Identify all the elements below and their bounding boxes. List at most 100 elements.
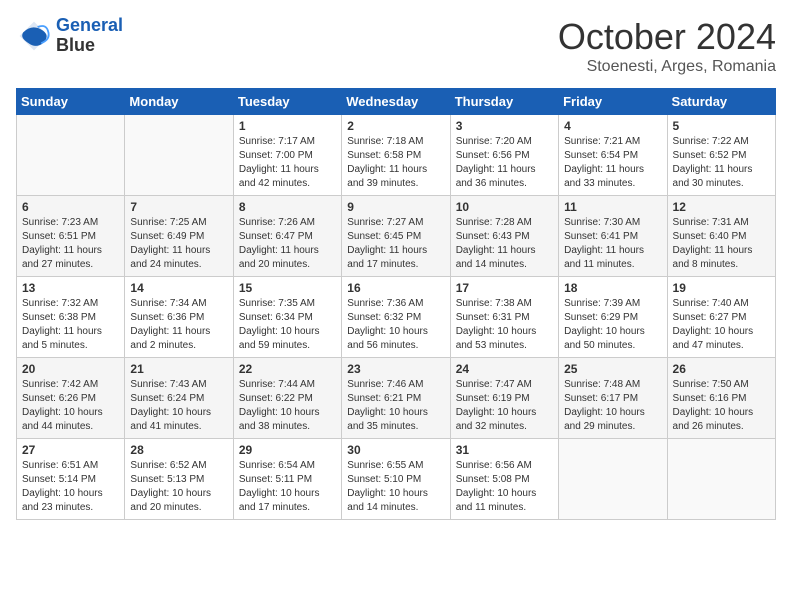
logo-line2: Blue bbox=[56, 36, 123, 56]
calendar-table: SundayMondayTuesdayWednesdayThursdayFrid… bbox=[16, 88, 776, 520]
calendar-cell: 30 Sunrise: 6:55 AM Sunset: 5:10 PM Dayli… bbox=[342, 439, 450, 520]
calendar-cell: 20 Sunrise: 7:42 AM Sunset: 6:26 PM Dayli… bbox=[17, 358, 125, 439]
day-number: 31 bbox=[456, 443, 553, 457]
day-info: Sunrise: 7:43 AM Sunset: 6:24 PM Dayligh… bbox=[130, 378, 227, 434]
calendar-cell: 21 Sunrise: 7:43 AM Sunset: 6:24 PM Dayli… bbox=[125, 358, 233, 439]
day-info: Sunrise: 7:44 AM Sunset: 6:22 PM Dayligh… bbox=[239, 378, 336, 434]
calendar-cell: 10Sunrise: 7:28 AM Sunset: 6:43 PM Dayli… bbox=[450, 196, 558, 277]
day-info: Sunrise: 7:35 AM Sunset: 6:34 PM Dayligh… bbox=[239, 297, 336, 353]
day-number: 19 bbox=[673, 281, 770, 295]
calendar-cell bbox=[667, 439, 775, 520]
calendar-cell: 4 Sunrise: 7:21 AM Sunset: 6:54 PM Daylig… bbox=[559, 115, 667, 196]
weekday-header-friday: Friday bbox=[559, 89, 667, 115]
calendar-cell: 6 Sunrise: 7:23 AM Sunset: 6:51 PM Daylig… bbox=[17, 196, 125, 277]
day-info: Sunrise: 7:50 AM Sunset: 6:16 PM Dayligh… bbox=[673, 378, 770, 434]
day-number: 24 bbox=[456, 362, 553, 376]
day-number: 2 bbox=[347, 119, 444, 133]
day-info: Sunrise: 7:21 AM Sunset: 6:54 PM Dayligh… bbox=[564, 135, 661, 191]
day-number: 3 bbox=[456, 119, 553, 133]
day-info: Sunrise: 7:18 AM Sunset: 6:58 PM Dayligh… bbox=[347, 135, 444, 191]
day-number: 15 bbox=[239, 281, 336, 295]
day-number: 26 bbox=[673, 362, 770, 376]
day-info: Sunrise: 7:25 AM Sunset: 6:49 PM Dayligh… bbox=[130, 216, 227, 272]
day-info: Sunrise: 7:46 AM Sunset: 6:21 PM Dayligh… bbox=[347, 378, 444, 434]
day-info: Sunrise: 6:52 AM Sunset: 5:13 PM Dayligh… bbox=[130, 459, 227, 515]
day-info: Sunrise: 7:32 AM Sunset: 6:38 PM Dayligh… bbox=[22, 297, 119, 353]
calendar-cell: 1 Sunrise: 7:17 AM Sunset: 7:00 PM Daylig… bbox=[233, 115, 341, 196]
calendar-cell: 7 Sunrise: 7:25 AM Sunset: 6:49 PM Daylig… bbox=[125, 196, 233, 277]
calendar-cell: 5 Sunrise: 7:22 AM Sunset: 6:52 PM Daylig… bbox=[667, 115, 775, 196]
day-number: 13 bbox=[22, 281, 119, 295]
day-number: 6 bbox=[22, 200, 119, 214]
weekday-header-row: SundayMondayTuesdayWednesdayThursdayFrid… bbox=[17, 89, 776, 115]
day-info: Sunrise: 7:17 AM Sunset: 7:00 PM Dayligh… bbox=[239, 135, 336, 191]
calendar-cell: 11 Sunrise: 7:30 AM Sunset: 6:41 PM Dayli… bbox=[559, 196, 667, 277]
calendar-cell: 13 Sunrise: 7:32 AM Sunset: 6:38 PM Dayli… bbox=[17, 277, 125, 358]
calendar-cell: 18Sunrise: 7:39 AM Sunset: 6:29 PM Dayli… bbox=[559, 277, 667, 358]
day-info: Sunrise: 7:38 AM Sunset: 6:31 PM Dayligh… bbox=[456, 297, 553, 353]
day-number: 21 bbox=[130, 362, 227, 376]
day-info: Sunrise: 7:30 AM Sunset: 6:41 PM Dayligh… bbox=[564, 216, 661, 272]
calendar-cell: 23 Sunrise: 7:46 AM Sunset: 6:21 PM Dayli… bbox=[342, 358, 450, 439]
calendar-cell: 9 Sunrise: 7:27 AM Sunset: 6:45 PM Daylig… bbox=[342, 196, 450, 277]
day-number: 27 bbox=[22, 443, 119, 457]
day-number: 9 bbox=[347, 200, 444, 214]
day-info: Sunrise: 7:27 AM Sunset: 6:45 PM Dayligh… bbox=[347, 216, 444, 272]
calendar-cell: 8Sunrise: 7:26 AM Sunset: 6:47 PM Daylig… bbox=[233, 196, 341, 277]
day-number: 18 bbox=[564, 281, 661, 295]
weekday-header-wednesday: Wednesday bbox=[342, 89, 450, 115]
day-info: Sunrise: 7:31 AM Sunset: 6:40 PM Dayligh… bbox=[673, 216, 770, 272]
calendar-cell: 22 Sunrise: 7:44 AM Sunset: 6:22 PM Dayli… bbox=[233, 358, 341, 439]
day-number: 7 bbox=[130, 200, 227, 214]
calendar-cell: 27Sunrise: 6:51 AM Sunset: 5:14 PM Dayli… bbox=[17, 439, 125, 520]
day-info: Sunrise: 7:34 AM Sunset: 6:36 PM Dayligh… bbox=[130, 297, 227, 353]
day-info: Sunrise: 7:48 AM Sunset: 6:17 PM Dayligh… bbox=[564, 378, 661, 434]
weekday-header-thursday: Thursday bbox=[450, 89, 558, 115]
day-info: Sunrise: 7:22 AM Sunset: 6:52 PM Dayligh… bbox=[673, 135, 770, 191]
calendar-cell bbox=[559, 439, 667, 520]
day-number: 4 bbox=[564, 119, 661, 133]
calendar-week-row: 27Sunrise: 6:51 AM Sunset: 5:14 PM Dayli… bbox=[17, 439, 776, 520]
day-info: Sunrise: 7:40 AM Sunset: 6:27 PM Dayligh… bbox=[673, 297, 770, 353]
day-number: 22 bbox=[239, 362, 336, 376]
weekday-header-saturday: Saturday bbox=[667, 89, 775, 115]
day-info: Sunrise: 7:42 AM Sunset: 6:26 PM Dayligh… bbox=[22, 378, 119, 434]
calendar-cell: 25 Sunrise: 7:48 AM Sunset: 6:17 PM Dayli… bbox=[559, 358, 667, 439]
logo-line1: General bbox=[56, 15, 123, 35]
day-number: 20 bbox=[22, 362, 119, 376]
logo: General Blue bbox=[16, 16, 123, 56]
calendar-cell: 19 Sunrise: 7:40 AM Sunset: 6:27 PM Dayli… bbox=[667, 277, 775, 358]
day-number: 14 bbox=[130, 281, 227, 295]
calendar-cell: 3 Sunrise: 7:20 AM Sunset: 6:56 PM Daylig… bbox=[450, 115, 558, 196]
calendar-cell bbox=[17, 115, 125, 196]
day-number: 1 bbox=[239, 119, 336, 133]
weekday-header-tuesday: Tuesday bbox=[233, 89, 341, 115]
day-number: 8 bbox=[239, 200, 336, 214]
calendar-week-row: 20 Sunrise: 7:42 AM Sunset: 6:26 PM Dayli… bbox=[17, 358, 776, 439]
calendar-cell: 15 Sunrise: 7:35 AM Sunset: 6:34 PM Dayli… bbox=[233, 277, 341, 358]
day-number: 25 bbox=[564, 362, 661, 376]
location-title: Stoenesti, Arges, Romania bbox=[558, 58, 776, 76]
day-number: 30 bbox=[347, 443, 444, 457]
weekday-header-monday: Monday bbox=[125, 89, 233, 115]
calendar-week-row: 6 Sunrise: 7:23 AM Sunset: 6:51 PM Daylig… bbox=[17, 196, 776, 277]
calendar-cell: 29Sunrise: 6:54 AM Sunset: 5:11 PM Dayli… bbox=[233, 439, 341, 520]
calendar-cell bbox=[125, 115, 233, 196]
day-info: Sunrise: 6:55 AM Sunset: 5:10 PM Dayligh… bbox=[347, 459, 444, 515]
page-header: General Blue October 2024 Stoenesti, Arg… bbox=[16, 16, 776, 76]
month-title: October 2024 bbox=[558, 16, 776, 58]
calendar-cell: 24 Sunrise: 7:47 AM Sunset: 6:19 PM Dayli… bbox=[450, 358, 558, 439]
day-number: 5 bbox=[673, 119, 770, 133]
calendar-cell: 31Sunrise: 6:56 AM Sunset: 5:08 PM Dayli… bbox=[450, 439, 558, 520]
day-info: Sunrise: 7:28 AM Sunset: 6:43 PM Dayligh… bbox=[456, 216, 553, 272]
logo-text: General Blue bbox=[56, 16, 123, 56]
calendar-cell: 2 Sunrise: 7:18 AM Sunset: 6:58 PM Daylig… bbox=[342, 115, 450, 196]
day-number: 23 bbox=[347, 362, 444, 376]
day-info: Sunrise: 7:23 AM Sunset: 6:51 PM Dayligh… bbox=[22, 216, 119, 272]
day-number: 11 bbox=[564, 200, 661, 214]
day-info: Sunrise: 7:47 AM Sunset: 6:19 PM Dayligh… bbox=[456, 378, 553, 434]
calendar-cell: 16Sunrise: 7:36 AM Sunset: 6:32 PM Dayli… bbox=[342, 277, 450, 358]
day-number: 17 bbox=[456, 281, 553, 295]
calendar-cell: 17 Sunrise: 7:38 AM Sunset: 6:31 PM Dayli… bbox=[450, 277, 558, 358]
day-info: Sunrise: 7:20 AM Sunset: 6:56 PM Dayligh… bbox=[456, 135, 553, 191]
